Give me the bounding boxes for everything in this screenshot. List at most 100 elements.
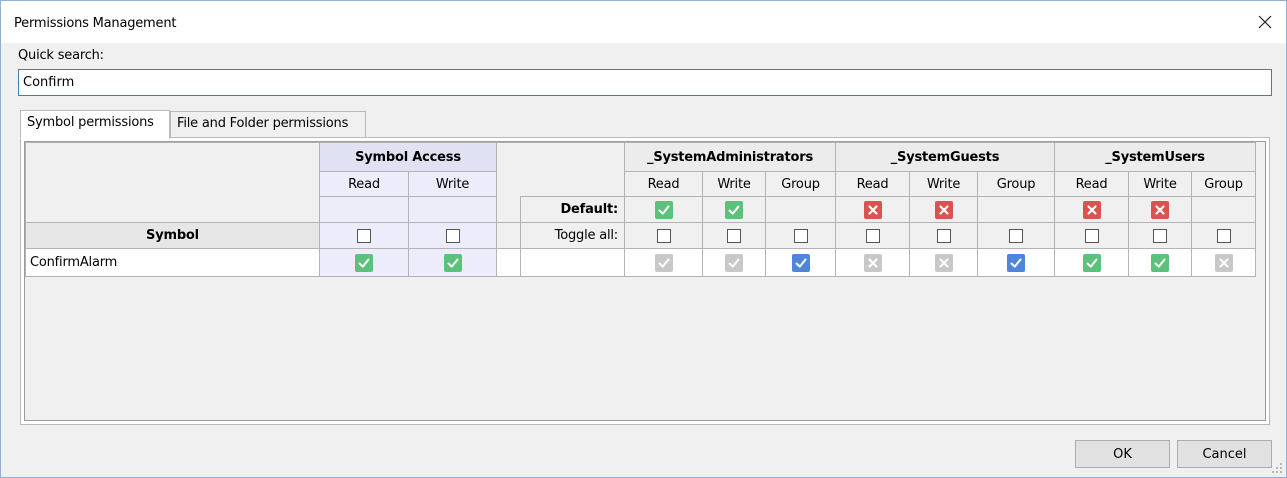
- toggle-sysusers-write: [1128, 222, 1192, 249]
- tab-symbol-permissions[interactable]: Symbol permissions: [20, 110, 170, 139]
- grey-cross-icon[interactable]: [863, 253, 882, 272]
- sysguests-group-header: Group: [977, 171, 1055, 197]
- cancel-button[interactable]: Cancel: [1177, 440, 1272, 468]
- green-check-icon[interactable]: [443, 253, 462, 272]
- sysguests-write-header: Write: [909, 171, 978, 197]
- green-check-icon[interactable]: [1151, 253, 1169, 272]
- row-sysguests-read: [835, 248, 910, 277]
- row-symbol-read: [319, 248, 409, 277]
- sysadmins-read-default: [624, 196, 703, 223]
- row-sysusers-group: [1191, 248, 1256, 277]
- group-header-sysguests: _SystemGuests: [835, 142, 1055, 172]
- toggle-all-checkbox[interactable]: [793, 228, 808, 243]
- green-check-icon[interactable]: [355, 253, 373, 272]
- toggle-all-label: Toggle all:: [520, 222, 625, 249]
- group-spacer: [496, 142, 625, 172]
- sysadmins-read-header: Read: [624, 171, 703, 197]
- toggle-symbol-write: [408, 222, 497, 249]
- row-sysadmins-read: [624, 248, 703, 277]
- sysusers-write-default: [1128, 196, 1192, 223]
- toggle-all-checkbox[interactable]: [727, 228, 741, 243]
- symbol-column-header: Symbol: [25, 222, 320, 249]
- sysguests-read-default: [835, 196, 910, 223]
- row-sysguests-group: [977, 248, 1055, 277]
- red-cross-icon[interactable]: [934, 200, 953, 219]
- sysguests-write-default: [909, 196, 978, 223]
- grey-cross-icon[interactable]: [1214, 253, 1233, 272]
- green-check-icon[interactable]: [1082, 253, 1101, 272]
- sysusers-read-default: [1054, 196, 1129, 223]
- table-row[interactable]: ConfirmAlarm: [25, 248, 1256, 277]
- symbol-header-blank: [25, 142, 320, 223]
- toggle-all-checkbox[interactable]: [936, 228, 951, 243]
- toggle-all-checkbox[interactable]: [445, 228, 460, 243]
- row-sysadmins-group: [765, 248, 836, 277]
- title-bar: Permissions Management: [1, 1, 1286, 43]
- toggle-sysguests-read: [835, 222, 910, 249]
- red-cross-icon[interactable]: [863, 200, 882, 219]
- sysguests-read-header: Read: [835, 171, 910, 197]
- green-check-icon[interactable]: [654, 200, 673, 219]
- red-cross-icon[interactable]: [1151, 200, 1169, 219]
- sysadmins-write-header: Write: [702, 171, 766, 197]
- toggle-all-checkbox[interactable]: [1009, 228, 1023, 243]
- group-spacer: [496, 222, 521, 249]
- grey-check-icon[interactable]: [654, 253, 673, 272]
- symbol-access-write-header: Write: [408, 171, 497, 197]
- group-header-sysusers: _SystemUsers: [1054, 142, 1256, 172]
- red-cross-icon[interactable]: [1082, 200, 1101, 219]
- toggle-symbol-read: [319, 222, 409, 249]
- permissions-grid: Symbol Access _SystemAdministrators _Sys…: [24, 141, 1266, 421]
- sysadmins-group-default: [765, 196, 836, 223]
- permissions-table: Symbol Access _SystemAdministrators _Sys…: [25, 142, 1256, 277]
- permissions-grid-frame: Symbol Access _SystemAdministrators _Sys…: [20, 137, 1270, 425]
- row-symbol-write: [408, 248, 497, 277]
- group-spacer: [496, 248, 521, 277]
- toggle-sysadmins-write: [702, 222, 766, 249]
- sysusers-write-header: Write: [1128, 171, 1192, 197]
- blue-check-icon[interactable]: [1007, 253, 1025, 272]
- resize-grip-icon[interactable]: [1271, 462, 1283, 474]
- row-sysusers-write: [1128, 248, 1192, 277]
- toggle-sysusers-group: [1191, 222, 1256, 249]
- toggle-sysusers-read: [1054, 222, 1129, 249]
- group-spacer: [496, 196, 521, 223]
- tab-file-folder-permissions[interactable]: File and Folder permissions: [170, 111, 366, 138]
- toggle-all-checkbox[interactable]: [357, 228, 371, 243]
- window-title: Permissions Management: [14, 16, 177, 31]
- row-sysusers-read: [1054, 248, 1129, 277]
- toggle-sysadmins-read: [624, 222, 703, 249]
- blue-check-icon[interactable]: [791, 253, 810, 272]
- symbol-access-header: Symbol Access: [319, 142, 497, 172]
- toggle-sysguests-group: [977, 222, 1055, 249]
- toggle-all-checkbox[interactable]: [1216, 228, 1231, 243]
- sysusers-group-header: Group: [1191, 171, 1256, 197]
- row-sysguests-write: [909, 248, 978, 277]
- toggle-all-checkbox[interactable]: [1153, 228, 1167, 243]
- group-spacer: [496, 171, 625, 197]
- quick-search-input[interactable]: [18, 69, 1272, 96]
- close-icon: [1258, 15, 1272, 29]
- green-check-icon[interactable]: [725, 200, 743, 219]
- symbol-access-write-blank: [408, 196, 497, 223]
- sysadmins-group-header: Group: [765, 171, 836, 197]
- close-button[interactable]: [1252, 11, 1278, 33]
- toggle-all-checkbox[interactable]: [865, 228, 880, 243]
- quick-search-label: Quick search:: [18, 48, 104, 63]
- grey-check-icon[interactable]: [725, 253, 743, 272]
- default-label: Default:: [520, 196, 625, 223]
- sysusers-group-default: [1191, 196, 1256, 223]
- toggle-all-checkbox[interactable]: [1084, 228, 1099, 243]
- ok-button[interactable]: OK: [1075, 440, 1170, 468]
- symbol-access-read-header: Read: [319, 171, 409, 197]
- toggle-all-checkbox[interactable]: [656, 228, 671, 243]
- toggle-sysadmins-group: [765, 222, 836, 249]
- sysusers-read-header: Read: [1054, 171, 1129, 197]
- row-blank: [520, 248, 625, 277]
- symbol-name-cell[interactable]: ConfirmAlarm: [25, 248, 320, 277]
- row-sysadmins-write: [702, 248, 766, 277]
- group-header-sysadmins: _SystemAdministrators: [624, 142, 836, 172]
- grey-cross-icon[interactable]: [934, 253, 953, 272]
- symbol-access-read-blank: [319, 196, 409, 223]
- permissions-dialog: Permissions Management Quick search: Sym…: [0, 0, 1287, 478]
